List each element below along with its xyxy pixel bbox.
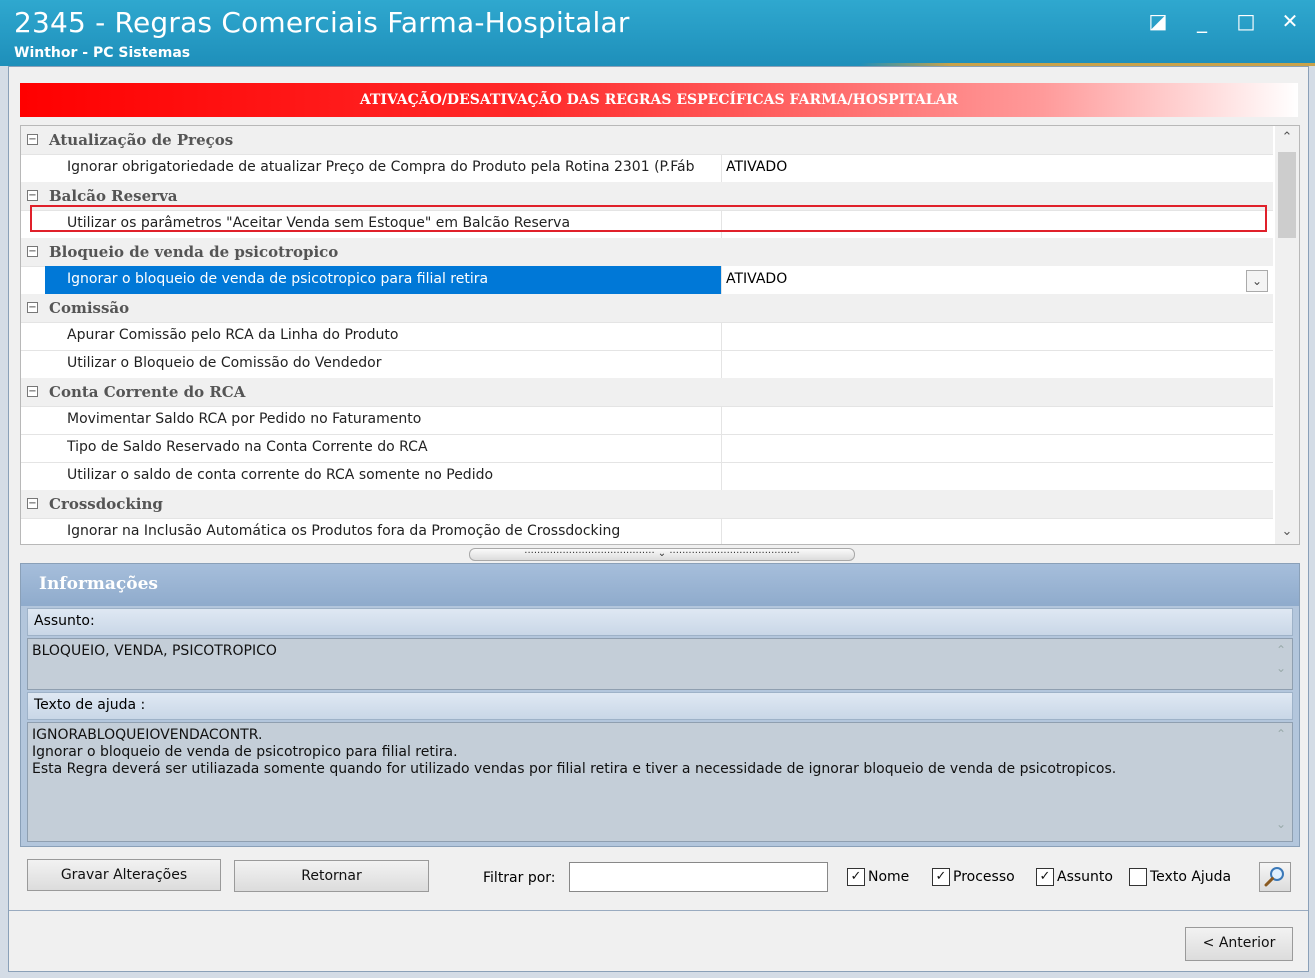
bottom-separator: [9, 910, 1308, 911]
rule-name: Ignorar na Inclusão Automática os Produt…: [67, 523, 621, 539]
rule-name: Utilizar o saldo de conta corrente do RC…: [67, 467, 494, 483]
category-label: Atualização de Preços: [49, 131, 234, 149]
rule-value: ATIVADO: [726, 159, 788, 175]
minus-box-icon[interactable]: −: [27, 190, 38, 201]
rule-name: Ignorar obrigatoriedade de atualizar Pre…: [67, 159, 695, 175]
checkbox-assunto-label: Assunto: [1057, 869, 1113, 885]
help-scroll-icon[interactable]: ⌃ ⌄: [1272, 725, 1290, 837]
checkbox-texto-ajuda-box[interactable]: [1129, 868, 1147, 886]
checkbox-nome-label: Nome: [868, 869, 910, 885]
info-header: Informações: [21, 564, 1299, 606]
info-panel: Informações Assunto: BLOQUEIO, VENDA, PS…: [20, 563, 1300, 847]
subject-box[interactable]: BLOQUEIO, VENDA, PSICOTROPICO ⌃ ⌄: [27, 638, 1293, 690]
category-label: Comissão: [49, 299, 130, 317]
window-subtitle: Winthor - PC Sistemas: [14, 45, 191, 61]
scroll-up-icon[interactable]: ⌃: [1275, 128, 1299, 148]
subject-value: BLOQUEIO, VENDA, PSICOTROPICO: [32, 643, 277, 659]
category-row[interactable]: − Atualização de Preços: [21, 126, 1273, 155]
rule-row[interactable]: Ignorar obrigatoriedade de atualizar Pre…: [21, 154, 1273, 183]
checkbox-nome-box[interactable]: ✓: [847, 868, 865, 886]
help-label: Texto de ajuda :: [34, 697, 146, 713]
rule-row[interactable]: Tipo de Saldo Reservado na Conta Corrent…: [21, 434, 1273, 463]
maximize-icon[interactable]: □: [1233, 8, 1259, 34]
subject-label: Assunto:: [34, 613, 95, 629]
subject-label-bar: Assunto:: [27, 608, 1293, 636]
category-label: Bloqueio de venda de psicotropico: [49, 243, 339, 261]
title-bar: 2345 - Regras Comerciais Farma-Hospitala…: [0, 0, 1315, 66]
main-frame: ATIVAÇÃO/DESATIVAÇÃO DAS REGRAS ESPECÍFI…: [8, 66, 1309, 972]
grid-scrollbar[interactable]: ⌃ ⌄: [1275, 126, 1299, 544]
category-label: Crossdocking: [49, 495, 163, 513]
subject-scroll-icon[interactable]: ⌃ ⌄: [1272, 641, 1290, 677]
rule-row-selected[interactable]: Ignorar o bloqueio de venda de psicotrop…: [21, 266, 1274, 295]
rule-value-dropdown[interactable]: ATIVADO ⌄: [721, 266, 1274, 294]
window-title: 2345 - Regras Comerciais Farma-Hospitala…: [14, 6, 630, 39]
minus-box-icon[interactable]: −: [27, 302, 38, 313]
filter-label: Filtrar por:: [483, 870, 556, 886]
rule-value-cell[interactable]: [721, 322, 1274, 350]
rule-value-cell[interactable]: [721, 518, 1274, 544]
checkbox-processo-box[interactable]: ✓: [932, 868, 950, 886]
rule-row[interactable]: Ignorar na Inclusão Automática os Produt…: [21, 518, 1274, 544]
help-text-box[interactable]: IGNORABLOQUEIOVENDACONTR. Ignorar o bloq…: [27, 722, 1293, 842]
checkbox-processo[interactable]: ✓ Processo: [932, 867, 1015, 887]
search-button[interactable]: [1259, 862, 1291, 892]
minimize-icon[interactable]: _: [1189, 8, 1215, 34]
category-row[interactable]: − Conta Corrente do RCA: [21, 378, 1273, 407]
rule-row[interactable]: Utilizar o saldo de conta corrente do RC…: [21, 462, 1273, 491]
category-row[interactable]: − Crossdocking: [21, 490, 1273, 519]
info-title: Informações: [39, 574, 158, 594]
rule-value-cell[interactable]: [721, 350, 1274, 378]
minus-box-icon[interactable]: −: [27, 246, 38, 257]
rule-name: Movimentar Saldo RCA por Pedido no Fatur…: [67, 411, 422, 427]
rule-name: Apurar Comissão pelo RCA da Linha do Pro…: [67, 327, 399, 343]
rule-name: Utilizar o Bloqueio de Comissão do Vende…: [67, 355, 382, 371]
selection-highlight: [30, 205, 1267, 232]
section-banner: ATIVAÇÃO/DESATIVAÇÃO DAS REGRAS ESPECÍFI…: [20, 83, 1298, 117]
magnifier-icon: [1264, 867, 1284, 887]
checkbox-assunto[interactable]: ✓ Assunto: [1036, 867, 1113, 887]
help-line: IGNORABLOQUEIOVENDACONTR.: [32, 727, 263, 743]
previous-button[interactable]: < Anterior: [1185, 927, 1293, 961]
chevron-down-icon[interactable]: ⌄: [1246, 270, 1268, 292]
minus-box-icon[interactable]: −: [27, 134, 38, 145]
rule-name: Tipo de Saldo Reservado na Conta Corrent…: [67, 439, 428, 455]
close-icon[interactable]: ✕: [1277, 8, 1303, 34]
checkbox-processo-label: Processo: [953, 869, 1015, 885]
restore-icon[interactable]: ◪: [1145, 8, 1171, 34]
category-label: Balcão Reserva: [49, 187, 178, 205]
help-line: Esta Regra deverá ser utiliazada somente…: [32, 761, 1117, 777]
panel-splitter[interactable]: ········································…: [469, 548, 855, 561]
rule-value-cell[interactable]: [721, 462, 1274, 490]
rule-value-cell[interactable]: [721, 434, 1274, 462]
return-button[interactable]: Retornar: [234, 860, 429, 892]
save-changes-button[interactable]: Gravar Alterações: [27, 859, 221, 891]
rule-name: Ignorar o bloqueio de venda de psicotrop…: [67, 271, 489, 287]
rule-value-cell[interactable]: [721, 406, 1274, 434]
window-controls: ◪ _ □ ✕: [1145, 8, 1303, 34]
rule-row[interactable]: Movimentar Saldo RCA por Pedido no Fatur…: [21, 406, 1273, 435]
help-label-bar: Texto de ajuda :: [27, 692, 1293, 720]
rules-grid: − Atualização de Preços Ignorar obrigatori…: [20, 125, 1300, 545]
help-line: Ignorar o bloqueio de venda de psicotrop…: [32, 744, 458, 760]
minus-box-icon[interactable]: −: [27, 498, 38, 509]
rule-value: ATIVADO: [726, 271, 788, 287]
filter-input[interactable]: [569, 862, 828, 892]
checkbox-texto-ajuda-label: Texto Ajuda: [1150, 869, 1232, 885]
checkbox-nome[interactable]: ✓ Nome: [847, 867, 909, 887]
checkbox-texto-ajuda[interactable]: Texto Ajuda: [1129, 867, 1231, 887]
scroll-down-icon[interactable]: ⌄: [1275, 522, 1299, 542]
scroll-thumb[interactable]: [1278, 152, 1296, 238]
rule-row[interactable]: Apurar Comissão pelo RCA da Linha do Pro…: [21, 322, 1273, 351]
rule-row[interactable]: Utilizar o Bloqueio de Comissão do Vende…: [21, 350, 1273, 379]
category-row[interactable]: − Bloqueio de venda de psicotropico: [21, 238, 1273, 267]
minus-box-icon[interactable]: −: [27, 386, 38, 397]
rule-value-cell[interactable]: ATIVADO: [721, 154, 1274, 182]
category-label: Conta Corrente do RCA: [49, 383, 246, 401]
category-row[interactable]: − Comissão: [21, 294, 1273, 323]
checkbox-assunto-box[interactable]: ✓: [1036, 868, 1054, 886]
